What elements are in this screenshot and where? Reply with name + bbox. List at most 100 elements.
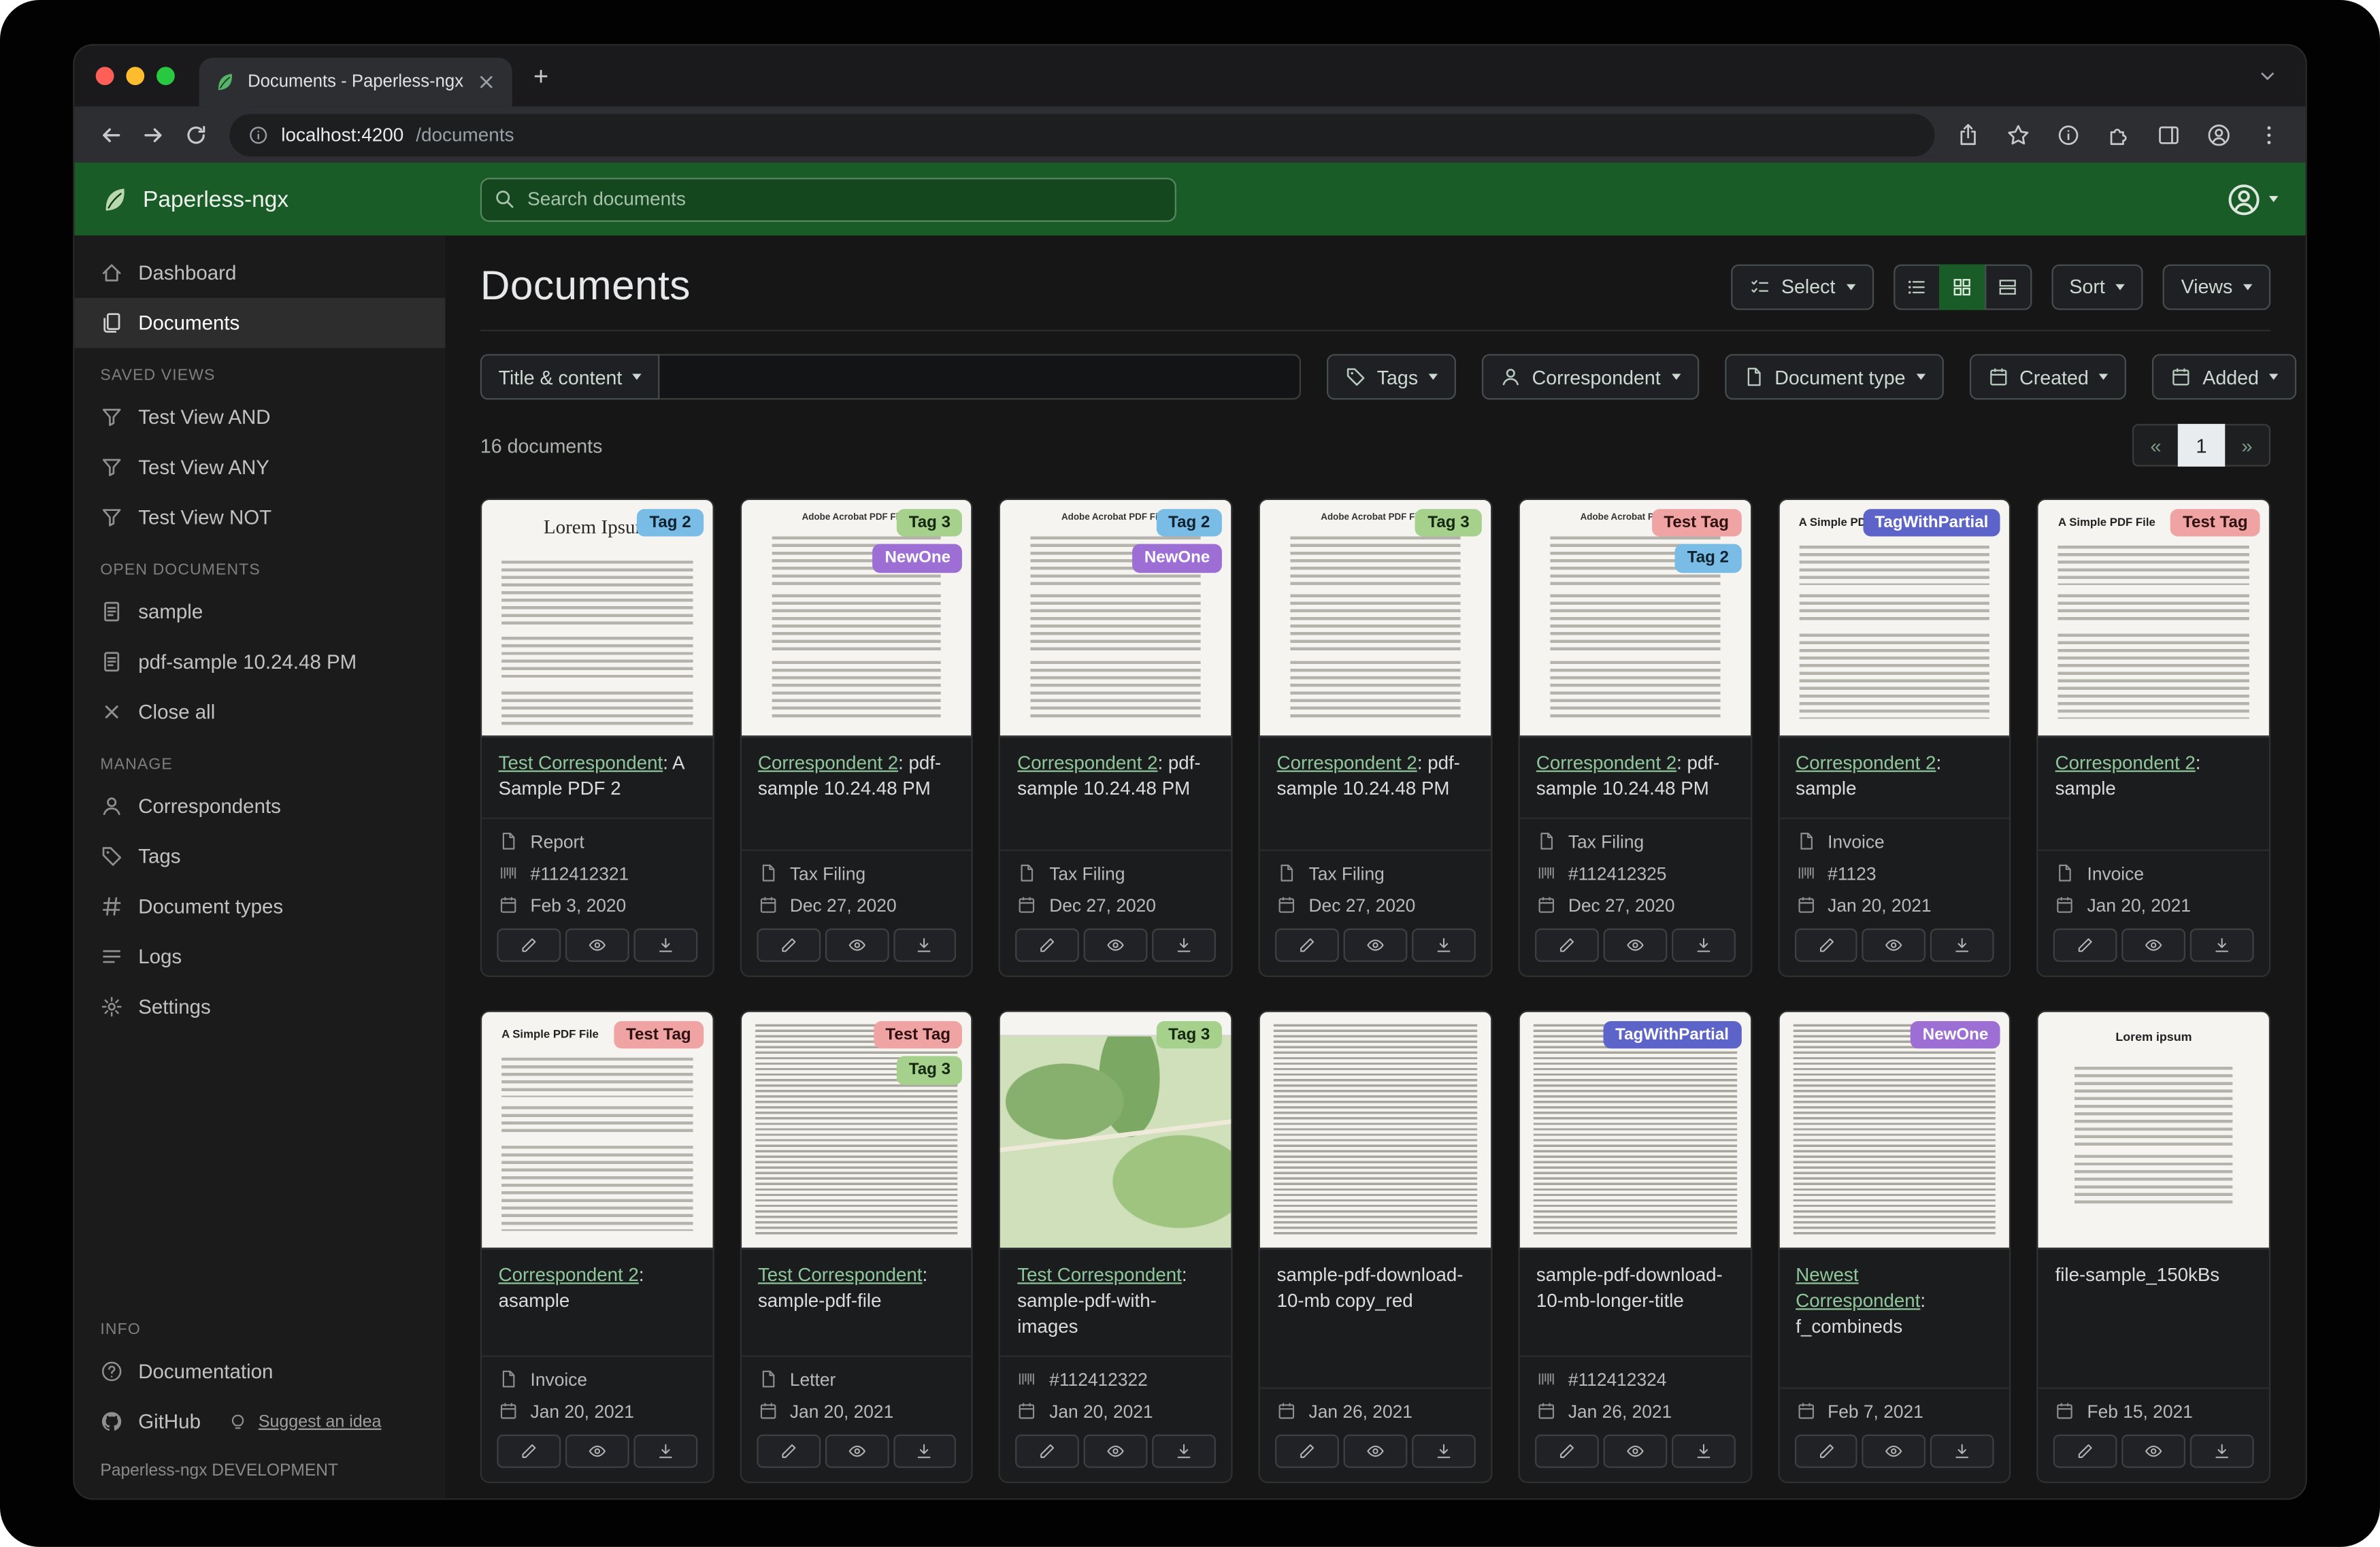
sidebar-item-logs[interactable]: Logs xyxy=(74,931,445,982)
tag-badge[interactable]: Test Tag xyxy=(1652,509,1741,537)
edit-document-button[interactable] xyxy=(497,1434,561,1467)
back-button[interactable] xyxy=(90,113,133,156)
edit-document-button[interactable] xyxy=(1016,1434,1080,1467)
download-document-button[interactable] xyxy=(2190,1434,2254,1467)
extensions-button[interactable] xyxy=(2098,113,2141,156)
document-thumbnail[interactable]: A Simple PDF File TagWithPartial xyxy=(1779,500,2010,737)
document-correspondent-link[interactable]: Correspondent 2 xyxy=(1277,752,1417,774)
browser-tab[interactable]: Documents - Paperless-ngx xyxy=(199,58,512,106)
document-card[interactable]: Adobe Acrobat PDF Files Tag 2NewOne Corr… xyxy=(999,499,1232,977)
view-document-button[interactable] xyxy=(1344,1434,1408,1467)
edit-document-button[interactable] xyxy=(757,1434,821,1467)
edit-document-button[interactable] xyxy=(757,928,821,961)
side-panel-button[interactable] xyxy=(2147,113,2190,156)
tag-badge[interactable]: NewOne xyxy=(873,545,963,573)
filter-correspondent-button[interactable]: Correspondent xyxy=(1482,354,1699,399)
edit-document-button[interactable] xyxy=(2053,1434,2117,1467)
edit-document-button[interactable] xyxy=(1275,1434,1339,1467)
document-thumbnail[interactable]: Adobe Acrobat PDF Files Tag 3NewOne xyxy=(741,500,972,737)
sidebar-item-github[interactable]: GitHub Suggest an idea xyxy=(74,1397,445,1447)
download-document-button[interactable] xyxy=(1671,1434,1735,1467)
edit-document-button[interactable] xyxy=(1275,928,1339,961)
close-window-button[interactable] xyxy=(96,67,114,85)
tag-badge[interactable]: Tag 3 xyxy=(1416,509,1482,537)
bookmark-button[interactable] xyxy=(1997,113,2040,156)
tag-badge[interactable]: TagWithPartial xyxy=(1603,1020,1741,1048)
tag-badge[interactable]: Tag 3 xyxy=(1156,1020,1222,1048)
edit-document-button[interactable] xyxy=(1535,1434,1599,1467)
document-correspondent-link[interactable]: Test Correspondent xyxy=(499,752,663,774)
document-card[interactable]: TagWithPartial sample-pdf-download-10-mb… xyxy=(1518,1010,1751,1483)
site-info-icon[interactable] xyxy=(248,124,269,145)
document-card[interactable]: A Simple PDF File Test Tag Correspondent… xyxy=(2037,499,2270,977)
user-menu-button[interactable] xyxy=(2226,182,2278,216)
tag-badge[interactable]: Tag 2 xyxy=(638,509,704,537)
document-thumbnail[interactable] xyxy=(1260,1012,1491,1248)
document-thumbnail[interactable]: TagWithPartial xyxy=(1519,1012,1750,1248)
tab-search-chevron-icon[interactable] xyxy=(2257,65,2278,86)
tag-badge[interactable]: Tag 2 xyxy=(1156,509,1222,537)
share-button[interactable] xyxy=(1947,113,1989,156)
download-document-button[interactable] xyxy=(1671,928,1735,961)
download-document-button[interactable] xyxy=(893,928,957,961)
sidebar-item-test-view-and[interactable]: Test View AND xyxy=(74,392,445,442)
edit-document-button[interactable] xyxy=(1794,1434,1858,1467)
document-correspondent-link[interactable]: Correspondent 2 xyxy=(2055,752,2196,774)
sidebar-item-document-types[interactable]: Document types xyxy=(74,882,445,932)
download-document-button[interactable] xyxy=(1412,928,1476,961)
search-input[interactable] xyxy=(480,177,1176,221)
document-thumbnail[interactable]: Adobe Acrobat PDF Files Test TagTag 2 xyxy=(1519,500,1750,737)
sidebar-item-test-view-any[interactable]: Test View ANY xyxy=(74,442,445,493)
document-correspondent-link[interactable]: Correspondent 2 xyxy=(1796,752,1936,774)
document-thumbnail[interactable]: Lorem ipsum xyxy=(2038,1012,2269,1248)
new-tab-button[interactable]: + xyxy=(533,63,548,89)
view-document-button[interactable] xyxy=(1084,1434,1148,1467)
view-document-button[interactable] xyxy=(1603,928,1667,961)
document-thumbnail[interactable]: Adobe Acrobat PDF Files Tag 3 xyxy=(1260,500,1491,737)
document-thumbnail[interactable]: NewOne xyxy=(1779,1012,2010,1248)
pagination-page-1[interactable]: 1 xyxy=(2178,424,2225,467)
tag-badge[interactable]: Test Tag xyxy=(874,1020,963,1048)
reload-button[interactable] xyxy=(175,113,218,156)
document-correspondent-link[interactable]: Test Correspondent xyxy=(1017,1264,1182,1285)
page-status-button[interactable] xyxy=(2047,113,2090,156)
filter-field-button[interactable]: Title & content xyxy=(480,354,660,399)
tag-badge[interactable]: NewOne xyxy=(1132,545,1222,573)
download-document-button[interactable] xyxy=(1412,1434,1476,1467)
sidebar-item-open-doc-sample[interactable]: sample xyxy=(74,586,445,637)
tag-badge[interactable]: Test Tag xyxy=(2170,509,2260,537)
tag-badge[interactable]: NewOne xyxy=(1911,1020,2000,1048)
view-document-button[interactable] xyxy=(1862,928,1926,961)
profile-button[interactable] xyxy=(2198,113,2241,156)
filter-created-button[interactable]: Created xyxy=(1969,354,2126,399)
zoom-window-button[interactable] xyxy=(156,67,175,85)
view-grid-button[interactable] xyxy=(1938,264,1985,310)
view-document-button[interactable] xyxy=(825,1434,889,1467)
tag-badge[interactable]: Test Tag xyxy=(614,1020,703,1048)
filter-document-type-button[interactable]: Document type xyxy=(1725,354,1944,399)
view-document-button[interactable] xyxy=(1344,928,1408,961)
edit-document-button[interactable] xyxy=(1794,928,1858,961)
edit-document-button[interactable] xyxy=(497,928,561,961)
document-card[interactable]: Lorem ipsum file-sample_150kBs Feb 15, 2… xyxy=(2037,1010,2270,1483)
document-card[interactable]: Lorem Ipsum Tag 2 Test Correspondent: A … xyxy=(480,499,714,977)
document-thumbnail[interactable]: Adobe Acrobat PDF Files Tag 2NewOne xyxy=(1001,500,1232,737)
sidebar-item-documentation[interactable]: Documentation xyxy=(74,1346,445,1397)
document-correspondent-link[interactable]: Correspondent 2 xyxy=(499,1264,639,1285)
view-document-button[interactable] xyxy=(1084,928,1148,961)
download-document-button[interactable] xyxy=(633,1434,697,1467)
download-document-button[interactable] xyxy=(633,928,697,961)
document-correspondent-link[interactable]: Correspondent 2 xyxy=(758,752,898,774)
browser-menu-button[interactable] xyxy=(2248,113,2291,156)
view-document-button[interactable] xyxy=(2122,1434,2186,1467)
view-list-button[interactable] xyxy=(1893,264,1940,310)
suggest-idea-label[interactable]: Suggest an idea xyxy=(259,1412,382,1431)
document-card[interactable]: Adobe Acrobat PDF Files Tag 3 Correspond… xyxy=(1259,499,1492,977)
sidebar-item-correspondents[interactable]: Correspondents xyxy=(74,781,445,831)
tag-badge[interactable]: Tag 2 xyxy=(1675,545,1741,573)
download-document-button[interactable] xyxy=(893,1434,957,1467)
views-button[interactable]: Views xyxy=(2163,264,2270,310)
download-document-button[interactable] xyxy=(1931,928,1995,961)
view-document-button[interactable] xyxy=(825,928,889,961)
tag-badge[interactable]: TagWithPartial xyxy=(1863,509,2001,537)
